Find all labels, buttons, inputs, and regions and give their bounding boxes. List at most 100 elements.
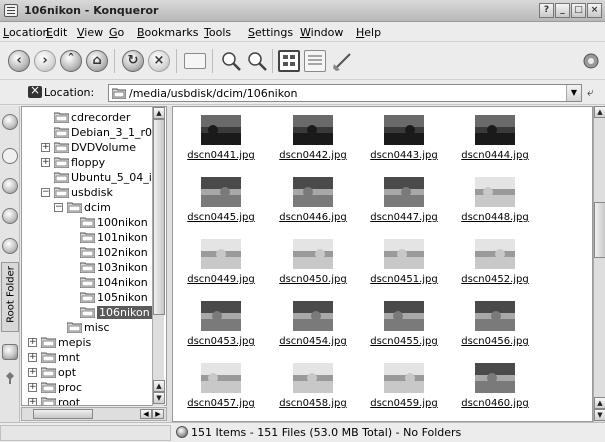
go-icon[interactable]: ⤶ — [587, 85, 603, 101]
file-item[interactable]: dscn0457.jpg — [173, 355, 269, 415]
folder-tree[interactable]: cdrecorder Debian_3_1_r0a + DVDVolume + flopp… — [21, 106, 167, 406]
expand-icon[interactable]: + — [41, 158, 50, 167]
menu-view[interactable]: View — [77, 26, 103, 39]
expand-icon[interactable]: + — [28, 353, 37, 362]
file-item[interactable]: dscn0454.jpg — [265, 293, 361, 353]
tree-item[interactable]: 105nikon — [22, 290, 152, 305]
scroll-up-button[interactable]: ▲ — [594, 106, 605, 118]
tree-item[interactable]: + root — [22, 395, 152, 405]
file-item[interactable]: dscn0453.jpg — [173, 293, 269, 353]
file-item[interactable]: dscn0458.jpg — [265, 355, 361, 415]
file-item[interactable]: dscn0452.jpg — [447, 231, 543, 291]
sidebar-pin-icon[interactable] — [2, 370, 18, 386]
file-item[interactable]: dscn0441.jpg — [173, 107, 269, 167]
expand-icon[interactable]: + — [41, 143, 50, 152]
menu-window[interactable]: Window — [300, 26, 343, 39]
broom-icon[interactable] — [332, 50, 354, 72]
print-icon[interactable] — [184, 53, 206, 69]
tree-item[interactable]: + opt — [22, 365, 152, 380]
expand-icon[interactable]: + — [28, 383, 37, 392]
file-item[interactable]: dscn0460.jpg — [447, 355, 543, 415]
tree-item[interactable]: Debian_3_1_r0a — [22, 125, 159, 140]
detail-view-icon[interactable] — [304, 50, 326, 72]
scroll-down-button[interactable]: ▼ — [153, 392, 165, 404]
file-item[interactable]: dscn0459.jpg — [356, 355, 452, 415]
scroll-thumb[interactable] — [594, 202, 605, 258]
file-item[interactable]: dscn0451.jpg — [356, 231, 452, 291]
scroll-thumb[interactable] — [153, 119, 165, 315]
tree-item[interactable]: 103nikon — [22, 260, 152, 275]
file-item[interactable]: dscn0443.jpg — [356, 107, 452, 167]
expand-icon[interactable]: + — [28, 398, 37, 405]
tree-item[interactable]: + mepis — [22, 335, 152, 350]
tree-item[interactable]: + mnt — [22, 350, 152, 365]
stop-icon[interactable]: × — [148, 50, 170, 72]
scroll-right-button[interactable]: ▶ — [152, 409, 164, 419]
tree-item[interactable]: − usbdisk — [22, 185, 152, 200]
menu-location[interactable]: Location — [3, 26, 50, 39]
hscroll-thumb[interactable] — [33, 409, 93, 419]
file-item[interactable]: dscn0448.jpg — [447, 169, 543, 229]
title-bar[interactable]: 106nikon - Konqueror ? _ □ × — [0, 0, 605, 22]
scroll-down-button[interactable]: ▼ — [594, 409, 605, 421]
tree-item[interactable]: 102nikon — [22, 245, 152, 260]
file-item[interactable]: dscn0444.jpg — [447, 107, 543, 167]
sidebar-bookmarks-icon[interactable] — [2, 114, 18, 130]
forward-icon[interactable]: › — [34, 50, 56, 72]
sidebar-folder-icon[interactable] — [2, 344, 18, 360]
menu-help[interactable]: Help — [356, 26, 381, 39]
menu-tools[interactable]: Tools — [204, 26, 231, 39]
file-item[interactable]: dscn0442.jpg — [265, 107, 361, 167]
sidebar-history-icon[interactable] — [2, 178, 18, 194]
file-item[interactable]: dscn0449.jpg — [173, 231, 269, 291]
root-folder-tab[interactable]: Root Folder — [1, 262, 19, 332]
tree-item[interactable]: cdrecorder — [22, 110, 152, 125]
tree-item[interactable]: + DVDVolume — [22, 140, 152, 155]
menu-bookmarks[interactable]: Bookmarks — [137, 26, 198, 39]
menu-settings[interactable]: Settings — [248, 26, 293, 39]
back-icon[interactable]: ‹ — [8, 50, 30, 72]
scroll-left-button[interactable]: ◀ — [140, 409, 152, 419]
menu-go[interactable]: Go — [109, 26, 124, 39]
home-icon[interactable]: ⌂ — [86, 50, 108, 72]
file-item[interactable]: dscn0446.jpg — [265, 169, 361, 229]
sidebar-network-icon[interactable] — [2, 238, 18, 254]
collapse-icon[interactable]: − — [54, 203, 63, 212]
zoom-out-icon[interactable] — [246, 50, 268, 72]
zoom-in-icon[interactable] — [220, 50, 242, 72]
location-input[interactable]: /media/usbdisk/dcim/106nikon ▼ — [108, 84, 582, 102]
close-button[interactable]: × — [587, 3, 602, 18]
tree-item[interactable]: 100nikon — [22, 215, 152, 230]
file-item[interactable]: dscn0456.jpg — [447, 293, 543, 353]
clear-location-icon[interactable] — [28, 83, 42, 98]
help-button[interactable]: ? — [539, 3, 554, 18]
reload-icon[interactable]: ↻ — [122, 50, 144, 72]
icon-view-icon[interactable] — [278, 50, 300, 72]
maximize-button[interactable]: □ — [571, 3, 586, 18]
expand-icon[interactable]: + — [28, 368, 37, 377]
file-view-scrollbar[interactable]: ▲ ▲ ▼ — [593, 106, 605, 422]
sidebar-star-icon[interactable] — [2, 148, 18, 164]
window-menu-icon[interactable] — [4, 4, 18, 17]
expand-icon[interactable]: + — [28, 338, 37, 347]
tree-item[interactable]: Ubuntu_5_04_i3 — [22, 170, 159, 185]
up-icon[interactable]: ˆ — [60, 50, 82, 72]
sidebar-home-icon[interactable] — [2, 208, 18, 224]
minimize-button[interactable]: _ — [555, 3, 570, 18]
file-item[interactable]: dscn0447.jpg — [356, 169, 452, 229]
tree-item[interactable]: − dcim — [22, 200, 152, 215]
tree-scrollbar[interactable]: ▲ ▲ ▼ — [152, 107, 165, 406]
file-icon-view[interactable]: dscn0441.jpg dscn0442.jpg dscn0443.jpg dscn… — [172, 106, 593, 422]
file-item[interactable]: dscn0445.jpg — [173, 169, 269, 229]
file-item[interactable]: dscn0450.jpg — [265, 231, 361, 291]
scroll-up-button[interactable]: ▲ — [153, 380, 165, 392]
scroll-up-button[interactable]: ▲ — [153, 107, 165, 119]
scroll-up-button[interactable]: ▲ — [594, 397, 605, 409]
tree-item[interactable]: 101nikon — [22, 230, 152, 245]
tree-item[interactable]: + floppy — [22, 155, 152, 170]
collapse-icon[interactable]: − — [41, 188, 50, 197]
menu-edit[interactable]: Edit — [46, 26, 67, 39]
file-item[interactable]: dscn0455.jpg — [356, 293, 452, 353]
tree-hscrollbar[interactable]: ◀ ▶ — [21, 407, 167, 421]
tree-item[interactable]: 104nikon — [22, 275, 152, 290]
